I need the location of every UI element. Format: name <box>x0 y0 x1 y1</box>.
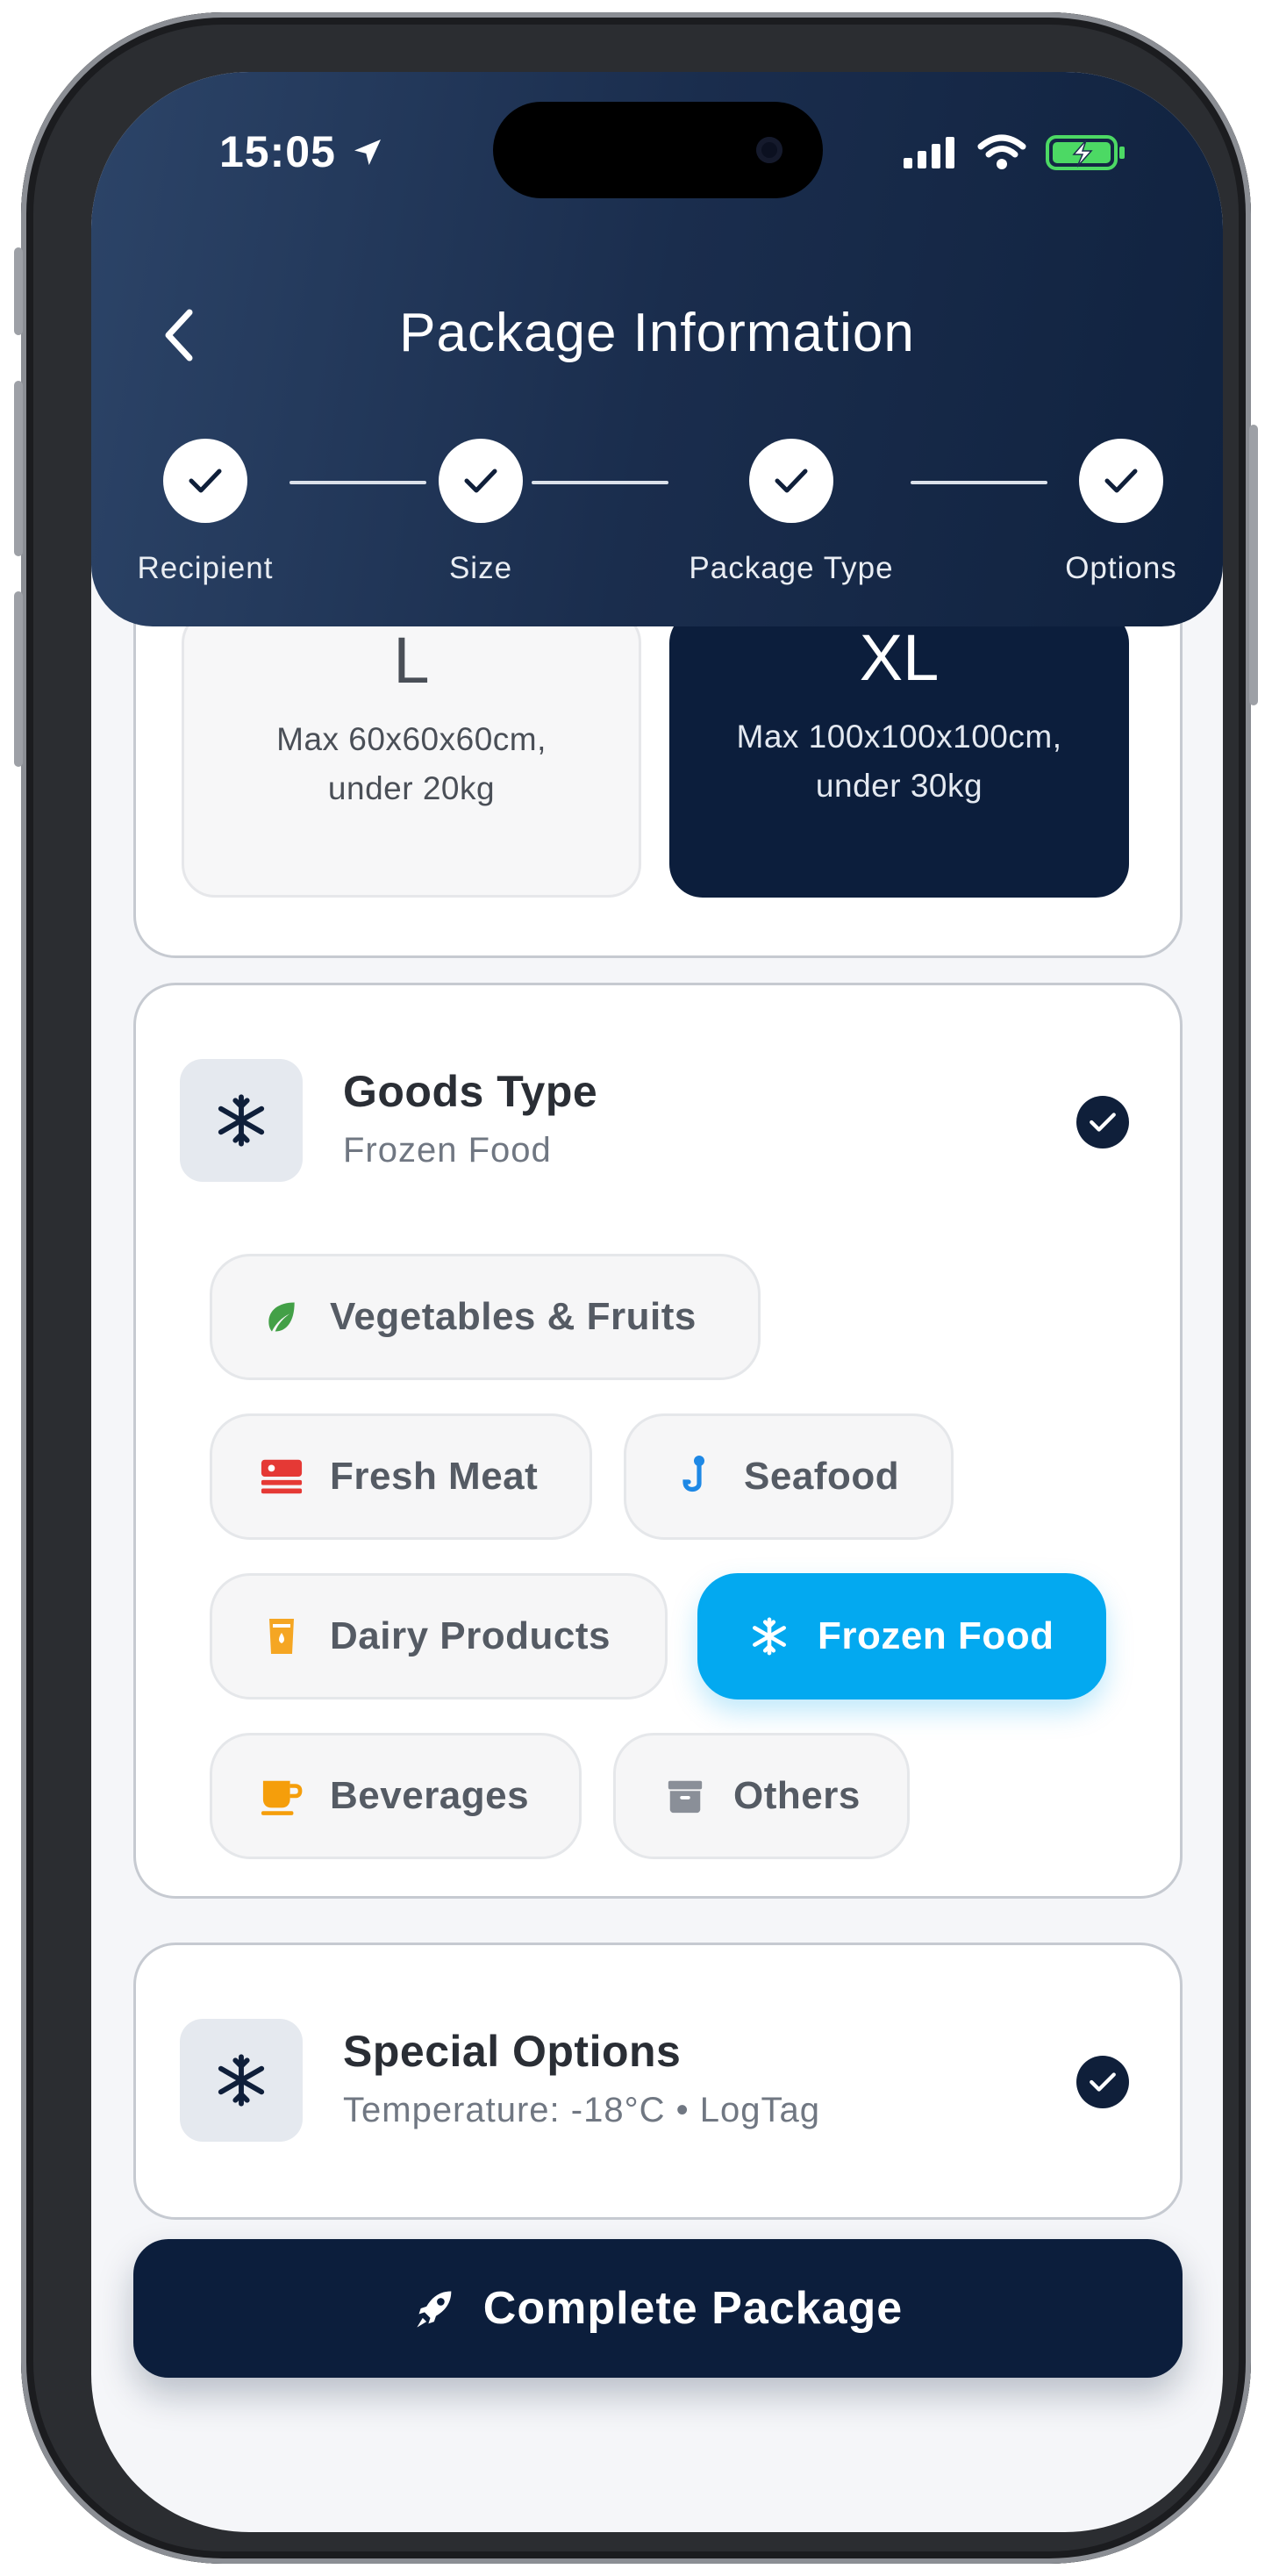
goods-type-check-icon <box>1076 1096 1129 1148</box>
complete-package-label: Complete Package <box>482 2283 904 2334</box>
page-title: Package Information <box>399 303 915 363</box>
chip-vegetables-fruits[interactable]: Vegetables & Fruits <box>210 1254 761 1380</box>
goods-type-card: Goods Type Frozen Food Vegetables & Frui… <box>133 983 1183 1899</box>
special-options-summary: Temperature: -18°C • LogTag <box>343 2091 820 2129</box>
chip-label: Beverages <box>330 1774 530 1817</box>
step-package-type-check[interactable] <box>749 439 833 523</box>
goods-type-icon-box <box>180 1059 303 1182</box>
status-icons <box>904 133 1126 172</box>
volume-down-button <box>14 591 23 767</box>
chip-label: Frozen Food <box>818 1614 1054 1657</box>
size-desc-line1: Max 60x60x60cm, <box>276 721 547 757</box>
chip-seafood[interactable]: Seafood <box>624 1413 954 1540</box>
header: 15:05 Package Information Recipient Size… <box>91 72 1223 626</box>
size-option-xl[interactable]: XL Max 100x100x100cm, under 30kg <box>669 610 1129 898</box>
chip-label: Others <box>733 1774 861 1817</box>
battery-charging-icon <box>1046 135 1125 170</box>
cellular-signal-icon <box>904 137 954 168</box>
status-time: 15:05 <box>219 127 336 176</box>
check-icon <box>189 469 222 493</box>
chip-frozen-food[interactable]: Frozen Food <box>697 1573 1106 1699</box>
step-label-options: Options <box>1065 551 1177 585</box>
cup-icon <box>261 1780 303 1815</box>
volume-up-button <box>14 381 23 556</box>
chip-label: Dairy Products <box>330 1614 611 1657</box>
chip-label: Vegetables & Fruits <box>330 1295 697 1338</box>
size-desc-line2: under 20kg <box>327 770 496 806</box>
leaf-icon <box>268 1302 295 1332</box>
app-screen: 15:05 Package Information Recipient Size… <box>91 72 1223 2532</box>
chip-dairy-products[interactable]: Dairy Products <box>210 1573 668 1699</box>
step-connector <box>532 481 668 484</box>
chip-fresh-meat[interactable]: Fresh Meat <box>210 1413 592 1540</box>
step-label-size: Size <box>448 551 513 585</box>
power-button <box>1249 425 1258 705</box>
step-options-check[interactable] <box>1079 439 1163 523</box>
chip-label: Seafood <box>744 1455 900 1498</box>
size-option-l[interactable]: L Max 60x60x60cm, under 20kg <box>182 610 641 898</box>
phone-frame: 15:05 Package Information Recipient Size… <box>14 12 1258 2564</box>
chip-beverages[interactable]: Beverages <box>210 1733 582 1859</box>
size-desc-line1: Max 100x100x100cm, <box>736 719 1062 755</box>
chip-label: Fresh Meat <box>330 1455 539 1498</box>
milk-icon <box>269 1619 294 1654</box>
check-icon <box>464 469 497 493</box>
snowflake-icon <box>218 2054 265 2107</box>
rocket-icon <box>417 2291 452 2328</box>
goods-type-title: Goods Type <box>343 1067 598 1116</box>
check-icon <box>1104 469 1138 493</box>
special-options-title: Special Options <box>343 2027 682 2076</box>
progress-stepper: Recipient Size Package Type Options <box>91 439 1223 597</box>
step-connector <box>289 481 426 484</box>
step-recipient-check[interactable] <box>163 439 247 523</box>
check-icon <box>775 469 808 493</box>
special-options-card[interactable]: Special Options Temperature: -18°C • Log… <box>133 1943 1183 2220</box>
meat-icon <box>261 1459 303 1494</box>
snowflake-icon <box>753 1617 786 1656</box>
step-label-recipient: Recipient <box>137 551 274 585</box>
special-options-check-icon <box>1076 2056 1129 2108</box>
size-desc-line2: under 30kg <box>815 768 983 804</box>
chip-others[interactable]: Others <box>613 1733 910 1859</box>
step-connector <box>911 481 1047 484</box>
special-options-icon-box <box>180 2019 303 2142</box>
location-arrow-icon <box>354 140 381 166</box>
step-label-package-type: Package Type <box>689 551 894 585</box>
fishhook-icon <box>682 1456 704 1492</box>
archive-icon <box>668 1780 703 1814</box>
dynamic-island <box>493 102 823 198</box>
step-size-check[interactable] <box>439 439 523 523</box>
goods-type-selected: Frozen Food <box>343 1131 552 1170</box>
size-label: L <box>393 624 430 697</box>
size-label: XL <box>859 621 940 694</box>
mute-switch <box>14 247 23 335</box>
snowflake-icon <box>218 1094 265 1147</box>
wifi-icon <box>977 134 1026 169</box>
complete-package-button[interactable]: Complete Package <box>133 2239 1183 2378</box>
